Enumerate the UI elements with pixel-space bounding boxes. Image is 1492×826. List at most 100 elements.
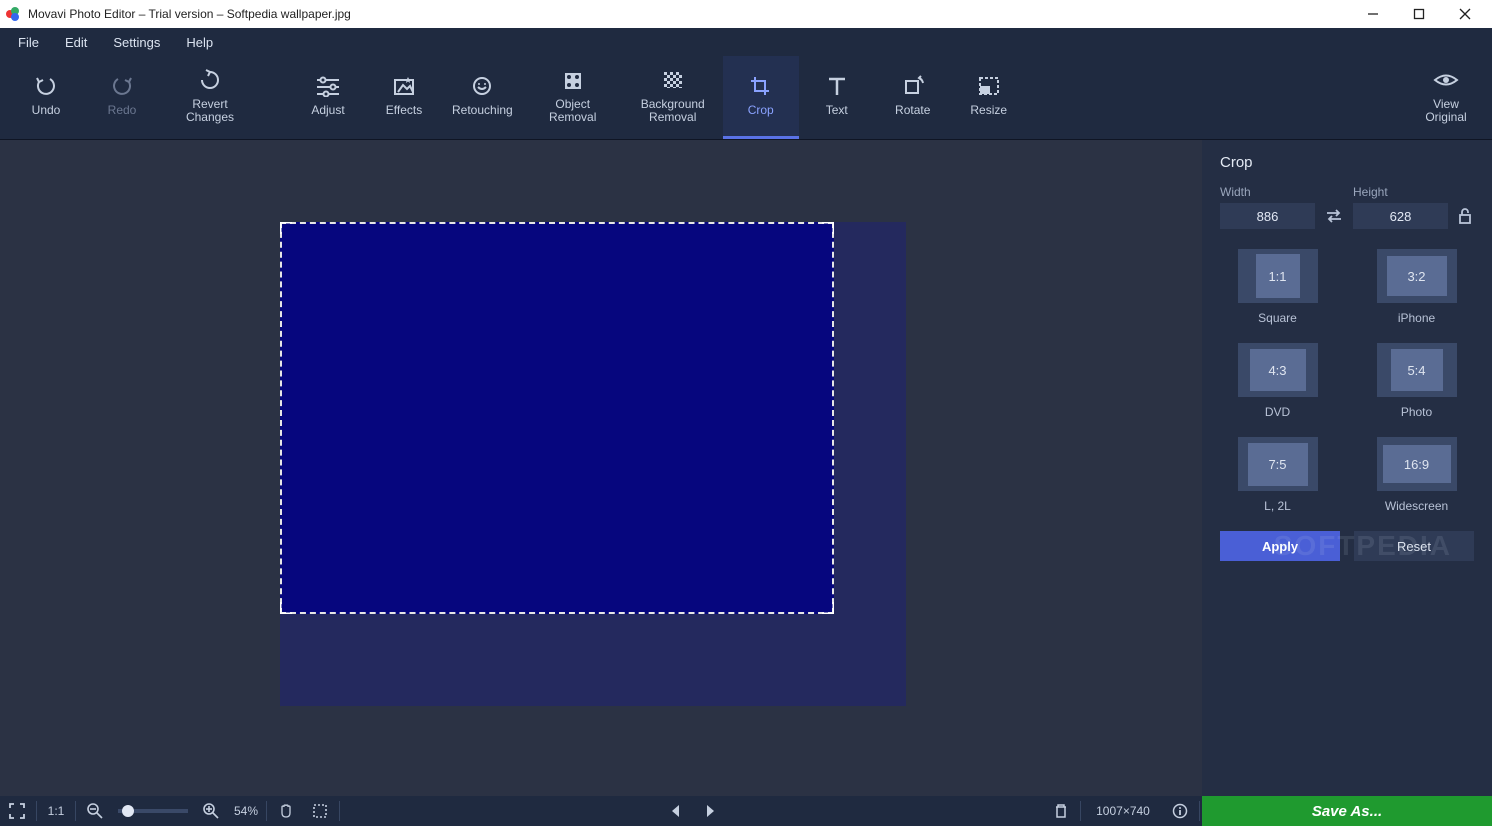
object-removal-label: Object Removal [549, 98, 596, 124]
background-removal-button[interactable]: Background Removal [623, 56, 723, 139]
bottombar: 1:1 54% 1007×740 Save As... [0, 796, 1492, 826]
reset-button[interactable]: Reset [1354, 531, 1474, 561]
crop-handle-tr[interactable] [818, 222, 834, 238]
redo-label: Redo [108, 104, 137, 117]
height-input[interactable] [1353, 203, 1448, 229]
undo-label: Undo [32, 104, 61, 117]
apply-button[interactable]: Apply [1220, 531, 1340, 561]
delete-button[interactable] [1044, 796, 1078, 826]
preset-l2l[interactable]: 7:5 L, 2L [1228, 437, 1327, 513]
canvas-area[interactable] [0, 140, 1202, 796]
crop-handle-br[interactable] [818, 598, 834, 614]
view-original-label: View Original [1425, 98, 1466, 124]
background-removal-label: Background Removal [641, 98, 705, 124]
minimize-button[interactable] [1350, 0, 1396, 28]
width-input[interactable] [1220, 203, 1315, 229]
preset-dvd[interactable]: 4:3 DVD [1228, 343, 1327, 419]
swap-dimensions-button[interactable] [1323, 203, 1345, 229]
effects-label: Effects [386, 104, 422, 117]
retouching-label: Retouching [452, 104, 513, 117]
preset-label: L, 2L [1264, 499, 1291, 513]
resize-button[interactable]: Resize [951, 56, 1027, 139]
crop-icon [749, 74, 773, 98]
preset-thumb: 3:2 [1377, 249, 1457, 303]
revert-button[interactable]: Revert Changes [160, 56, 260, 139]
crop-button[interactable]: Crop [723, 56, 799, 139]
save-as-button[interactable]: Save As... [1202, 796, 1492, 826]
object-removal-icon [561, 68, 585, 92]
crop-handle-bl[interactable] [280, 598, 296, 614]
preset-thumb: 16:9 [1377, 437, 1457, 491]
text-button[interactable]: Text [799, 56, 875, 139]
menu-edit[interactable]: Edit [53, 31, 99, 54]
crop-label: Crop [748, 104, 774, 117]
dimension-row: Width Height [1220, 185, 1474, 229]
menu-help[interactable]: Help [174, 31, 225, 54]
close-button[interactable] [1442, 0, 1488, 28]
undo-button[interactable]: Undo [8, 56, 84, 139]
effects-button[interactable]: Effects [366, 56, 442, 139]
selection-tool-button[interactable] [303, 796, 337, 826]
preset-square[interactable]: 1:1 Square [1228, 249, 1327, 325]
revert-label: Revert Changes [186, 98, 234, 124]
maximize-button[interactable] [1396, 0, 1442, 28]
ratio-label[interactable]: 1:1 [39, 796, 73, 826]
menubar: File Edit Settings Help [0, 28, 1492, 56]
effects-icon [392, 74, 416, 98]
adjust-button[interactable]: Adjust [290, 56, 366, 139]
adjust-icon [315, 74, 341, 98]
ratio-text: 3:2 [1387, 256, 1447, 296]
prev-image-button[interactable] [659, 796, 693, 826]
crop-panel-title: Crop [1220, 154, 1474, 171]
ratio-text: 4:3 [1250, 349, 1306, 391]
preset-thumb: 7:5 [1238, 437, 1318, 491]
main-area: Crop Width Height 1:1 Square 3 [0, 140, 1492, 796]
resize-label: Resize [970, 104, 1007, 117]
object-removal-button[interactable]: Object Removal [523, 56, 623, 139]
zoom-out-button[interactable] [78, 796, 112, 826]
text-label: Text [826, 104, 848, 117]
retouching-icon [470, 74, 494, 98]
preset-label: DVD [1265, 405, 1290, 419]
preset-iphone[interactable]: 3:2 iPhone [1367, 249, 1466, 325]
preset-thumb: 4:3 [1238, 343, 1318, 397]
background-removal-icon [661, 68, 685, 92]
crop-handle-tl[interactable] [280, 222, 296, 238]
preset-photo[interactable]: 5:4 Photo [1367, 343, 1466, 419]
width-label: Width [1220, 185, 1315, 199]
redo-icon [110, 74, 134, 98]
rotate-button[interactable]: Rotate [875, 56, 951, 139]
ratio-text: 7:5 [1248, 443, 1308, 486]
crop-panel: Crop Width Height 1:1 Square 3 [1202, 140, 1492, 796]
preset-label: Photo [1401, 405, 1432, 419]
ratio-text: 16:9 [1383, 445, 1451, 483]
lock-ratio-button[interactable] [1456, 203, 1474, 229]
titlebar: Movavi Photo Editor – Trial version – So… [0, 0, 1492, 28]
undo-icon [34, 74, 58, 98]
window-title: Movavi Photo Editor – Trial version – So… [28, 7, 351, 21]
revert-icon [198, 68, 222, 92]
preset-grid: 1:1 Square 3:2 iPhone 4:3 DVD 5:4 Photo … [1220, 243, 1474, 513]
crop-button-row: Apply Reset [1220, 531, 1474, 561]
rotate-icon [901, 74, 925, 98]
info-button[interactable] [1163, 796, 1197, 826]
next-image-button[interactable] [693, 796, 727, 826]
zoom-slider[interactable] [118, 809, 188, 813]
view-original-button[interactable]: View Original [1408, 56, 1484, 139]
preset-widescreen[interactable]: 16:9 Widescreen [1367, 437, 1466, 513]
text-icon [825, 74, 849, 98]
menu-file[interactable]: File [6, 31, 51, 54]
preset-label: Widescreen [1385, 499, 1448, 513]
preset-thumb: 5:4 [1377, 343, 1457, 397]
adjust-label: Adjust [311, 104, 344, 117]
image-dimensions: 1007×740 [1083, 796, 1163, 826]
fullscreen-button[interactable] [0, 796, 34, 826]
crop-selection[interactable] [280, 222, 834, 614]
preset-label: Square [1258, 311, 1297, 325]
menu-settings[interactable]: Settings [101, 31, 172, 54]
zoom-in-button[interactable] [194, 796, 228, 826]
redo-button[interactable]: Redo [84, 56, 160, 139]
zoom-slider-knob[interactable] [122, 805, 134, 817]
retouching-button[interactable]: Retouching [442, 56, 523, 139]
hand-tool-button[interactable] [269, 796, 303, 826]
